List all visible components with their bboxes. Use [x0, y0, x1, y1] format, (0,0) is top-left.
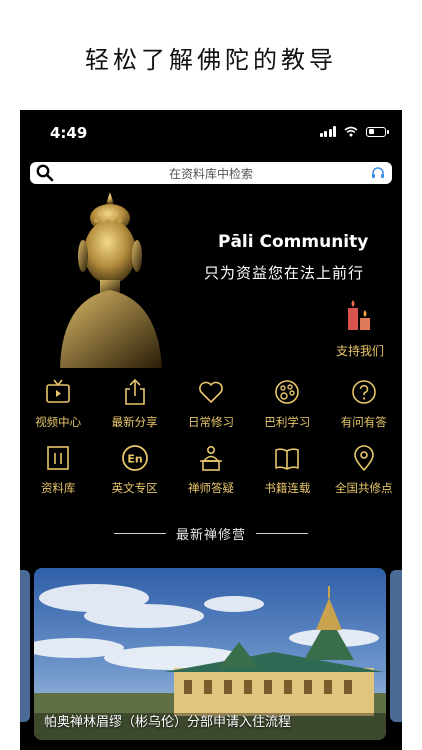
location-pin-icon [353, 445, 374, 471]
menu-library[interactable]: 资料库 [20, 444, 96, 510]
carousel-next-card[interactable] [390, 570, 402, 722]
menu-practice-locations[interactable]: 全国共修点 [326, 444, 402, 510]
menu-label: 有问有答 [340, 415, 387, 429]
section-header: 最新禅修营 [20, 524, 402, 543]
book-icon [275, 448, 300, 470]
share-icon [124, 378, 145, 405]
menu-label: 最新分享 [111, 415, 158, 429]
app-screen: 4:49 在资料库中检索 Pāli Community 只为资益您在法上前行 支… [20, 110, 402, 750]
community-subtitle: 只为资益您在法上前行 [204, 264, 365, 282]
menu-label: 全国共修点 [335, 481, 393, 495]
search-input[interactable]: 在资料库中检索 [30, 165, 392, 182]
menu-label: 日常修习 [187, 415, 234, 429]
menu-qa[interactable]: 有问有答 [326, 378, 402, 444]
menu-video-center[interactable]: 视频中心 [20, 378, 96, 444]
divider-line [256, 533, 308, 534]
section-title: 最新禅修营 [175, 528, 246, 543]
menu-teacher-qa[interactable]: 禅师答疑 [173, 444, 249, 510]
menu-book-series[interactable]: 书籍连载 [249, 444, 325, 510]
cellular-signal-icon [319, 126, 336, 137]
palette-icon [275, 380, 300, 404]
menu-label: 视频中心 [35, 415, 82, 429]
menu-english-zone[interactable]: En 英文专区 [96, 444, 172, 510]
battery-icon [366, 126, 389, 137]
menu-daily-practice[interactable]: 日常修习 [173, 378, 249, 444]
headset-icon[interactable] [370, 165, 386, 181]
candle-icon[interactable] [346, 298, 372, 332]
search-bar[interactable]: 在资料库中检索 [30, 162, 392, 184]
menu-label: 巴利学习 [264, 415, 311, 429]
status-time: 4:49 [50, 124, 88, 142]
banner-caption: 帕奥禅林眉缪（彬乌伦）分部申请入住流程 [44, 715, 292, 730]
menu-latest-share[interactable]: 最新分享 [96, 378, 172, 444]
community-title: Pāli Community [218, 232, 369, 252]
question-icon [351, 380, 376, 404]
retreat-banner[interactable]: 帕奥禅林眉缪（彬乌伦）分部申请入住流程 [34, 568, 386, 740]
menu-label: 资料库 [40, 481, 76, 495]
tv-icon [46, 379, 70, 403]
status-bar: 4:49 [20, 110, 402, 154]
divider-line [113, 533, 166, 534]
teacher-icon [199, 445, 222, 471]
english-icon: En [121, 445, 148, 471]
carousel-prev-card[interactable] [20, 570, 30, 722]
heart-icon [199, 381, 223, 403]
page-headline: 轻松了解佛陀的教导 [85, 46, 337, 74]
wifi-icon [344, 126, 358, 137]
status-icons [319, 126, 389, 137]
menu-pali-study[interactable]: 巴利学习 [249, 378, 325, 444]
menu-label: 禅师答疑 [187, 481, 234, 495]
menu-label: 书籍连载 [264, 481, 311, 495]
menu-label: 英文专区 [111, 481, 158, 495]
feature-grid: 视频中心 最新分享 日常修习 巴利学习 有问有答 资料库 En 英文专区 禅师答… [20, 378, 402, 510]
support-us-button[interactable]: 支持我们 [336, 342, 384, 359]
buddha-statue-image [60, 192, 162, 368]
svg-text:En: En [127, 453, 142, 466]
library-icon [47, 446, 69, 470]
hero-section: Pāli Community 只为资益您在法上前行 支持我们 [20, 190, 402, 368]
